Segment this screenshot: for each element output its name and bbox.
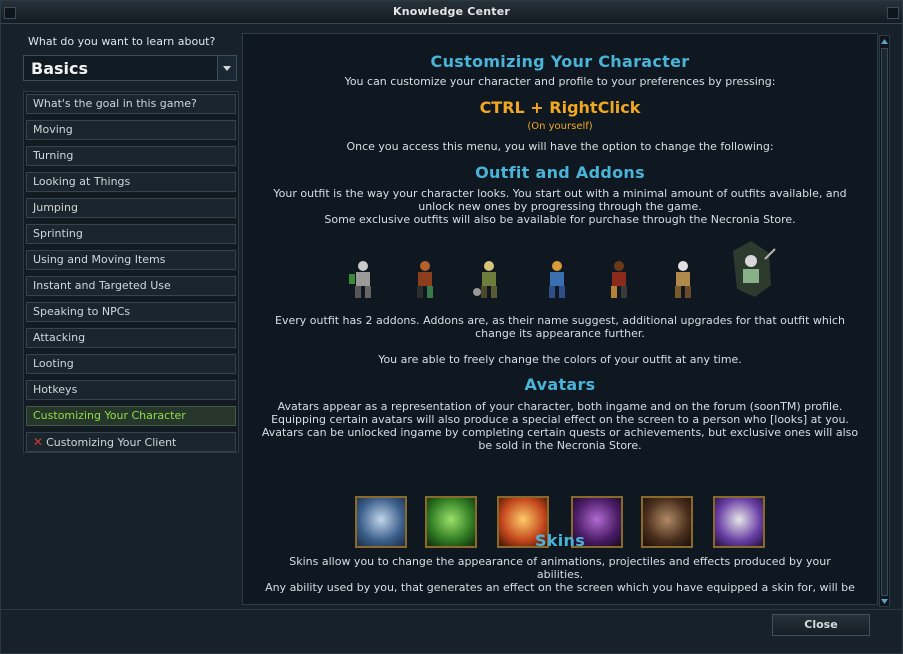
outfit-sprite-icon — [417, 261, 433, 298]
dropdown-arrow[interactable] — [217, 56, 236, 80]
outfit-sprite-icon — [611, 261, 627, 298]
text-addons-1: Every outfit has 2 addons. Addons are, a… — [275, 314, 845, 327]
topic-label: Instant and Targeted Use — [33, 279, 171, 292]
outfit-sprite-icon — [349, 261, 371, 298]
chevron-down-icon — [223, 65, 231, 71]
knowledge-center-window: Knowledge Center What do you want to lea… — [0, 0, 903, 654]
topic-item-looking[interactable]: Looking at Things — [26, 172, 236, 192]
text-avatars-2: Equipping certain avatars will also prod… — [271, 413, 849, 426]
text-avatars-3: Avatars can be unlocked ingame by comple… — [261, 426, 859, 439]
heading-outfit: Outfit and Addons — [475, 163, 645, 182]
topic-label: Looting — [33, 357, 74, 370]
topic-label: Speaking to NPCs — [33, 305, 131, 318]
scroll-thumb[interactable] — [881, 48, 888, 596]
titlebar: Knowledge Center — [1, 1, 902, 24]
topic-label: What's the goal in this game? — [33, 97, 197, 110]
heading-skins: Skins — [534, 531, 586, 550]
article-panel: Customizing Your Character You can custo… — [242, 33, 878, 605]
window-corner-icon — [887, 7, 899, 19]
on-yourself-note: (On yourself) — [527, 121, 593, 132]
topic-label: Moving — [33, 123, 73, 136]
topic-item-turning[interactable]: Turning — [26, 146, 236, 166]
text-addons-2: change its appearance further. — [475, 327, 645, 340]
category-dropdown[interactable]: Basics — [23, 55, 237, 81]
window-title: Knowledge Center — [392, 5, 511, 18]
text-skins-3: Any ability used by you, that generates … — [265, 581, 855, 594]
topic-item-attacking[interactable]: Attacking — [26, 328, 236, 348]
heading-avatars: Avatars — [524, 375, 596, 394]
topic-item-moving[interactable]: Moving — [26, 120, 236, 140]
topic-item-using-items[interactable]: Using and Moving Items — [26, 250, 236, 270]
topic-label: Using and Moving Items — [33, 253, 166, 266]
text-outfit-2: unlock new ones by progressing through t… — [418, 200, 702, 213]
topic-label: Looking at Things — [33, 175, 131, 188]
topic-item-looting[interactable]: Looting — [26, 354, 236, 374]
topic-item-goal[interactable]: What's the goal in this game? — [26, 94, 236, 114]
topic-item-customizing-character[interactable]: Customizing Your Character — [26, 406, 236, 426]
text-customize: You can customize your character and pro… — [344, 75, 776, 88]
topic-label: Hotkeys — [33, 383, 78, 396]
topic-item-sprinting[interactable]: Sprinting — [26, 224, 236, 244]
article-scrollbar[interactable] — [879, 35, 890, 607]
text-access: Once you access this menu, you will have… — [346, 140, 774, 153]
topic-item-npcs[interactable]: Speaking to NPCs — [26, 302, 236, 322]
topic-item-customizing-client[interactable]: ✕ Customizing Your Client — [26, 432, 236, 452]
text-avatars-1: Avatars appear as a representation of yo… — [277, 400, 843, 413]
outfit-sprite-icon — [733, 241, 776, 297]
text-skins-1: Skins allow you to change the appearance… — [289, 555, 831, 568]
topic-item-targeted-use[interactable]: Instant and Targeted Use — [26, 276, 236, 296]
heading-customizing: Customizing Your Character — [430, 52, 690, 71]
close-button[interactable]: Close — [772, 614, 870, 636]
topic-list: What's the goal in this game? Moving Tur… — [23, 91, 239, 453]
topic-label: Jumping — [33, 201, 78, 214]
scroll-up-icon[interactable] — [881, 38, 888, 45]
topic-item-hotkeys[interactable]: Hotkeys — [26, 380, 236, 400]
topic-item-jumping[interactable]: Jumping — [26, 198, 236, 218]
topic-label: Customizing Your Client — [46, 436, 177, 449]
footer-divider — [1, 609, 903, 610]
text-outfit-3: Some exclusive outfits will also be avai… — [324, 213, 796, 226]
outfit-sprite-icon — [549, 261, 565, 298]
text-outfit-1: Your outfit is the way your character lo… — [273, 187, 847, 200]
text-skins-2: abilities. — [536, 568, 584, 581]
category-value: Basics — [31, 59, 89, 78]
close-x-icon: ✕ — [33, 435, 44, 449]
topic-label: Customizing Your Character — [33, 409, 186, 422]
outfit-sprite-icon — [473, 261, 497, 298]
hotkey-text: CTRL + RightClick — [479, 98, 641, 117]
scroll-down-icon[interactable] — [881, 598, 888, 605]
topic-label: Sprinting — [33, 227, 83, 240]
text-colors: You are able to freely change the colors… — [378, 353, 742, 366]
text-avatars-4: be sold in the Necronia Store. — [478, 439, 642, 452]
topic-label: Turning — [33, 149, 74, 162]
topic-selector: What do you want to learn about? Basics — [23, 35, 239, 81]
outfit-sprite-icon — [675, 261, 691, 298]
topic-prompt: What do you want to learn about? — [28, 35, 216, 48]
topic-label: Attacking — [33, 331, 86, 344]
